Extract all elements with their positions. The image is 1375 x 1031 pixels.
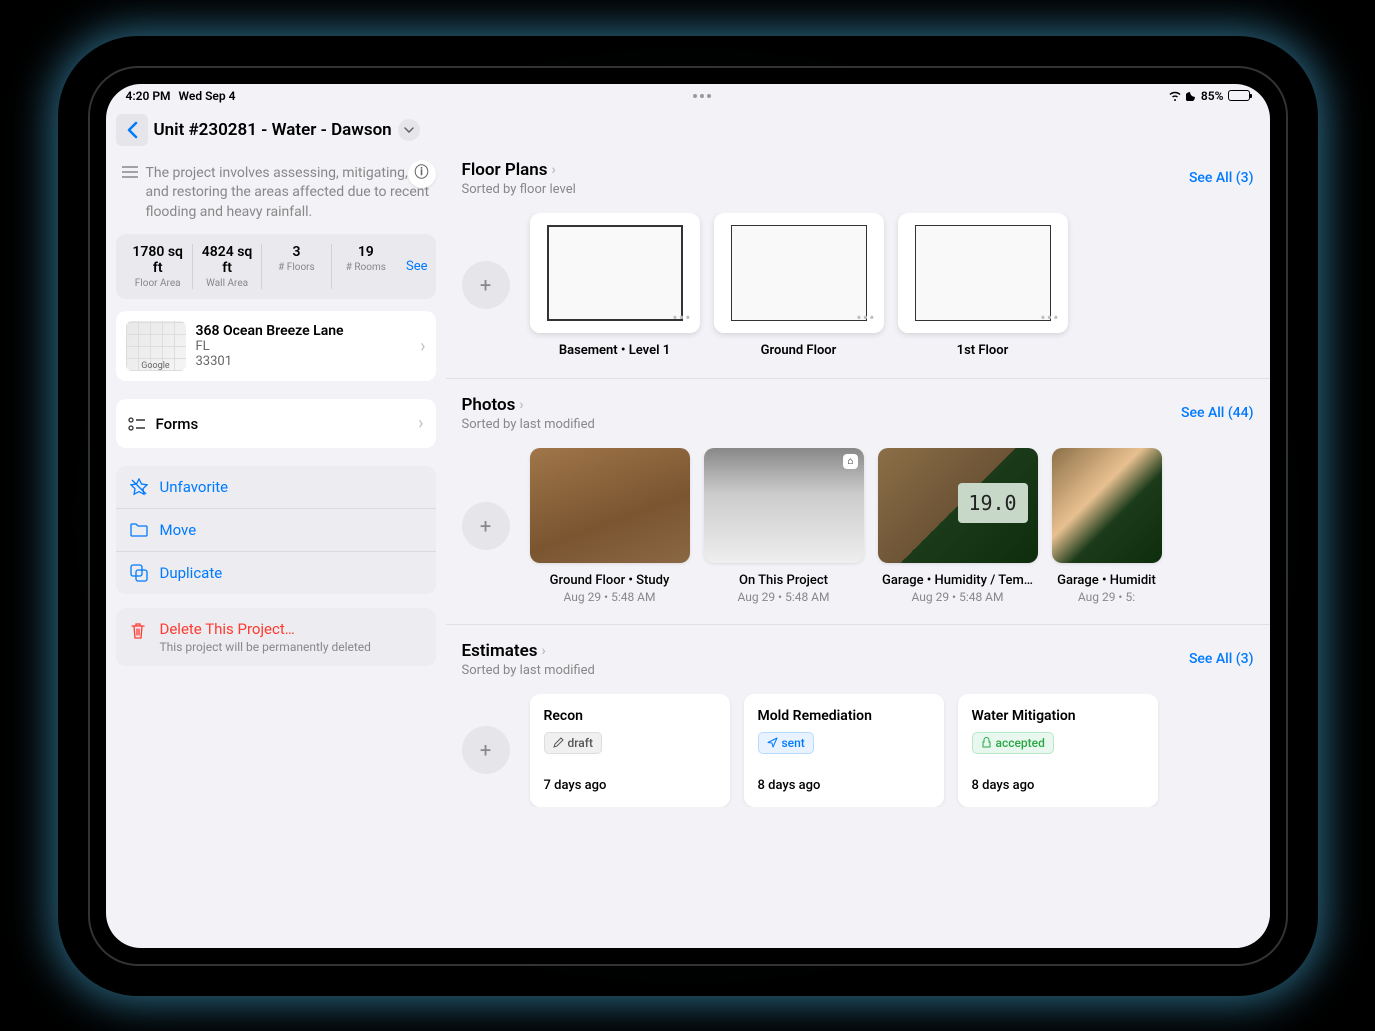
panorama-icon: ⌂ xyxy=(843,454,857,469)
see-all-estimates[interactable]: See All (3) xyxy=(1189,651,1254,667)
section-title-estimates[interactable]: Estimates › xyxy=(462,641,595,661)
battery-percent: 85% xyxy=(1201,89,1224,103)
floor-plan-card[interactable]: ••• Ground Floor xyxy=(714,213,884,358)
forms-row[interactable]: Forms › xyxy=(116,399,436,448)
title-bar: Unit #230281 - Water - Dawson xyxy=(106,108,1270,152)
estimate-card[interactable]: Mold Remediation sent 8 days ago xyxy=(744,694,944,807)
floor-plan-card[interactable]: ••• Basement • Level 1 xyxy=(530,213,700,358)
stat-floor-area: 1780 sq ft Floor Area xyxy=(124,244,193,289)
duplicate-button[interactable]: Duplicate xyxy=(116,552,436,594)
more-icon[interactable]: ••• xyxy=(672,308,691,327)
stats-card[interactable]: 1780 sq ft Floor Area 4824 sq ft Wall Ar… xyxy=(116,234,436,299)
trash-icon xyxy=(130,622,148,640)
chevron-right-icon: › xyxy=(420,336,425,357)
stat-floors: 3 # Floors xyxy=(262,244,331,289)
estimates-section: Estimates › Sorted by last modified See … xyxy=(446,624,1270,827)
status-date: Wed Sep 4 xyxy=(179,89,236,103)
status-badge-accepted: accepted xyxy=(972,732,1054,754)
photo-card[interactable]: 19.0 Garage • Humidity / Tem… Aug 29 • 5… xyxy=(878,448,1038,604)
info-button[interactable]: ⓘ xyxy=(408,160,436,188)
star-icon xyxy=(130,478,148,496)
moon-icon xyxy=(1186,90,1197,101)
unfavorite-button[interactable]: Unfavorite xyxy=(116,466,436,509)
status-badge-draft: draft xyxy=(544,732,603,754)
project-description-row: The project involves assessing, mitigati… xyxy=(116,160,436,235)
map-thumbnail: Google xyxy=(126,321,186,371)
add-floor-plan-button[interactable]: + xyxy=(462,261,510,309)
see-all-photos[interactable]: See All (44) xyxy=(1181,405,1254,421)
duplicate-icon xyxy=(130,564,148,582)
section-title-floor-plans[interactable]: Floor Plans › xyxy=(462,160,576,180)
delete-title: Delete This Project… xyxy=(160,620,371,638)
wifi-icon xyxy=(1168,90,1182,101)
status-time: 4:20 PM xyxy=(126,89,171,103)
add-photo-button[interactable]: + xyxy=(462,502,510,550)
see-all-floor-plans[interactable]: See All (3) xyxy=(1189,170,1254,186)
stat-wall-area: 4824 sq ft Wall Area xyxy=(193,244,262,289)
chevron-right-icon: › xyxy=(418,413,423,434)
section-subtitle: Sorted by last modified xyxy=(462,663,595,678)
list-icon xyxy=(122,166,138,178)
address-line2: FL xyxy=(196,339,411,354)
stat-rooms: 19 # Rooms xyxy=(332,244,400,289)
status-badge-sent: sent xyxy=(758,732,814,754)
project-description: The project involves assessing, mitigati… xyxy=(146,164,430,223)
section-subtitle: Sorted by floor level xyxy=(462,182,576,197)
main-content: Floor Plans › Sorted by floor level See … xyxy=(446,152,1270,948)
screen: 4:20 PM Wed Sep 4 85% Unit #230281 - Wat… xyxy=(106,84,1270,948)
sidebar: The project involves assessing, mitigati… xyxy=(106,152,446,948)
add-estimate-button[interactable]: + xyxy=(462,726,510,774)
more-icon[interactable]: ••• xyxy=(856,308,875,327)
move-button[interactable]: Move xyxy=(116,509,436,552)
estimate-card[interactable]: Recon draft 7 days ago xyxy=(530,694,730,807)
photo-card[interactable]: ⌂ On This Project Aug 29 • 5:48 AM xyxy=(704,448,864,604)
address-line3: 33301 xyxy=(196,354,411,369)
address-line1: 368 Ocean Breeze Lane xyxy=(196,323,411,339)
folder-icon xyxy=(130,523,148,537)
address-card[interactable]: Google 368 Ocean Breeze Lane FL 33301 › xyxy=(116,311,436,381)
delete-project-button[interactable]: Delete This Project… This project will b… xyxy=(116,608,436,666)
photo-card[interactable]: Ground Floor • Study Aug 29 • 5:48 AM xyxy=(530,448,690,604)
section-title-photos[interactable]: Photos › xyxy=(462,395,595,415)
photo-card[interactable]: Garage • Humidit Aug 29 • 5: xyxy=(1052,448,1162,604)
delete-subtitle: This project will be permanently deleted xyxy=(160,640,371,654)
chevron-right-icon: › xyxy=(519,397,523,413)
multitask-dots[interactable] xyxy=(693,94,711,98)
ipad-frame: 4:20 PM Wed Sep 4 85% Unit #230281 - Wat… xyxy=(88,66,1288,966)
more-icon[interactable]: ••• xyxy=(1040,308,1059,327)
page-title: Unit #230281 - Water - Dawson xyxy=(154,120,392,140)
estimate-card[interactable]: Water Mitigation accepted 8 days ago xyxy=(958,694,1158,807)
title-dropdown[interactable] xyxy=(398,119,420,141)
forms-icon xyxy=(128,417,146,431)
forms-label: Forms xyxy=(156,415,409,433)
floor-plan-card[interactable]: ••• 1st Floor xyxy=(898,213,1068,358)
battery-icon xyxy=(1228,90,1250,101)
stats-see-link[interactable]: See xyxy=(400,259,428,274)
status-bar: 4:20 PM Wed Sep 4 85% xyxy=(106,84,1270,108)
section-subtitle: Sorted by last modified xyxy=(462,417,595,432)
action-list: Unfavorite Move Duplicate xyxy=(116,466,436,594)
floor-plans-section: Floor Plans › Sorted by floor level See … xyxy=(446,152,1270,378)
chevron-right-icon: › xyxy=(552,162,556,178)
back-button[interactable] xyxy=(116,114,148,146)
chevron-right-icon: › xyxy=(541,643,545,659)
photos-section: Photos › Sorted by last modified See All… xyxy=(446,378,1270,624)
